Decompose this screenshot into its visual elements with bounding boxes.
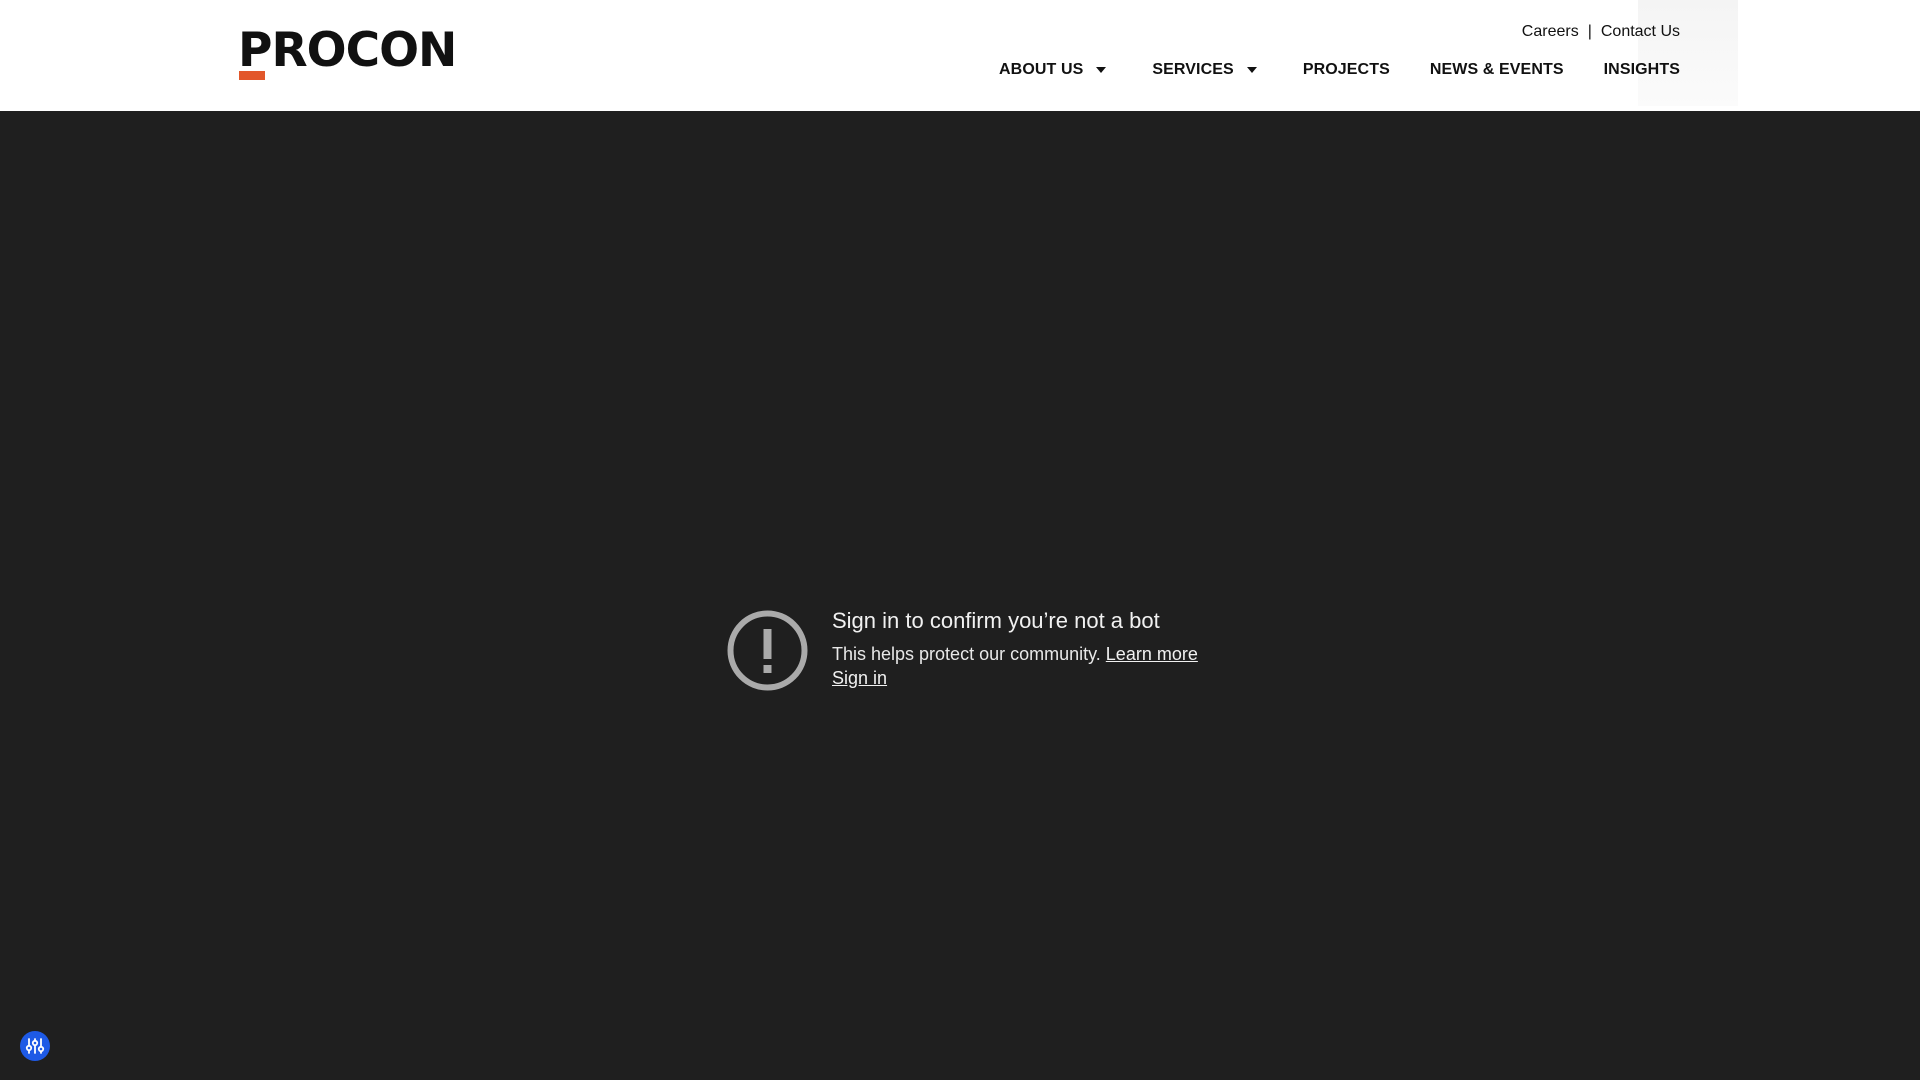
sliders-icon xyxy=(25,1038,45,1054)
nav-label: SERVICES xyxy=(1152,61,1234,78)
bot-check-notice: Sign in to confirm you’re not a bot This… xyxy=(727,608,1247,694)
contact-us-link[interactable]: Contact Us xyxy=(1601,23,1680,41)
nav-item-insights[interactable]: INSIGHTS xyxy=(1604,61,1680,79)
exclamation-circle-icon xyxy=(727,610,808,691)
nav-label: PROJECTS xyxy=(1302,61,1390,78)
accessibility-button[interactable] xyxy=(20,1031,50,1061)
header-shade xyxy=(1638,0,1738,106)
nav-item-services[interactable]: SERVICES xyxy=(1152,61,1262,79)
main-nav: ABOUT US SERVICES PROJECTS NEWS & EVENTS… xyxy=(999,59,1680,81)
logo-accent-bar xyxy=(239,71,265,80)
nav-item-news-events[interactable]: NEWS & EVENTS xyxy=(1430,61,1564,79)
procon-logo[interactable]: PROCON xyxy=(238,26,457,82)
careers-link[interactable]: Careers xyxy=(1522,23,1579,41)
caret-down-icon xyxy=(1246,67,1257,73)
caret-down-icon xyxy=(1096,67,1107,73)
utility-separator: | xyxy=(1587,23,1592,40)
logo-wordmark: PROCON xyxy=(238,23,457,78)
site-header: PROCON Careers | Contact Us ABOUT US SER… xyxy=(0,0,1920,111)
nav-label: INSIGHTS xyxy=(1603,61,1680,78)
nav-label: NEWS & EVENTS xyxy=(1429,61,1564,78)
sign-in-link[interactable]: Sign in xyxy=(832,668,887,689)
learn-more-link[interactable]: Learn more xyxy=(1106,644,1198,664)
notice-body: This helps protect our community. Learn … xyxy=(832,644,1198,665)
nav-item-about-us[interactable]: ABOUT US xyxy=(999,61,1112,79)
nav-item-projects[interactable]: PROJECTS xyxy=(1303,61,1390,79)
notice-title: Sign in to confirm you’re not a bot xyxy=(832,608,1160,633)
nav-label: ABOUT US xyxy=(999,61,1084,78)
notice-body-text: This helps protect our community. xyxy=(832,644,1101,664)
utility-nav: Careers | Contact Us xyxy=(1522,21,1680,43)
